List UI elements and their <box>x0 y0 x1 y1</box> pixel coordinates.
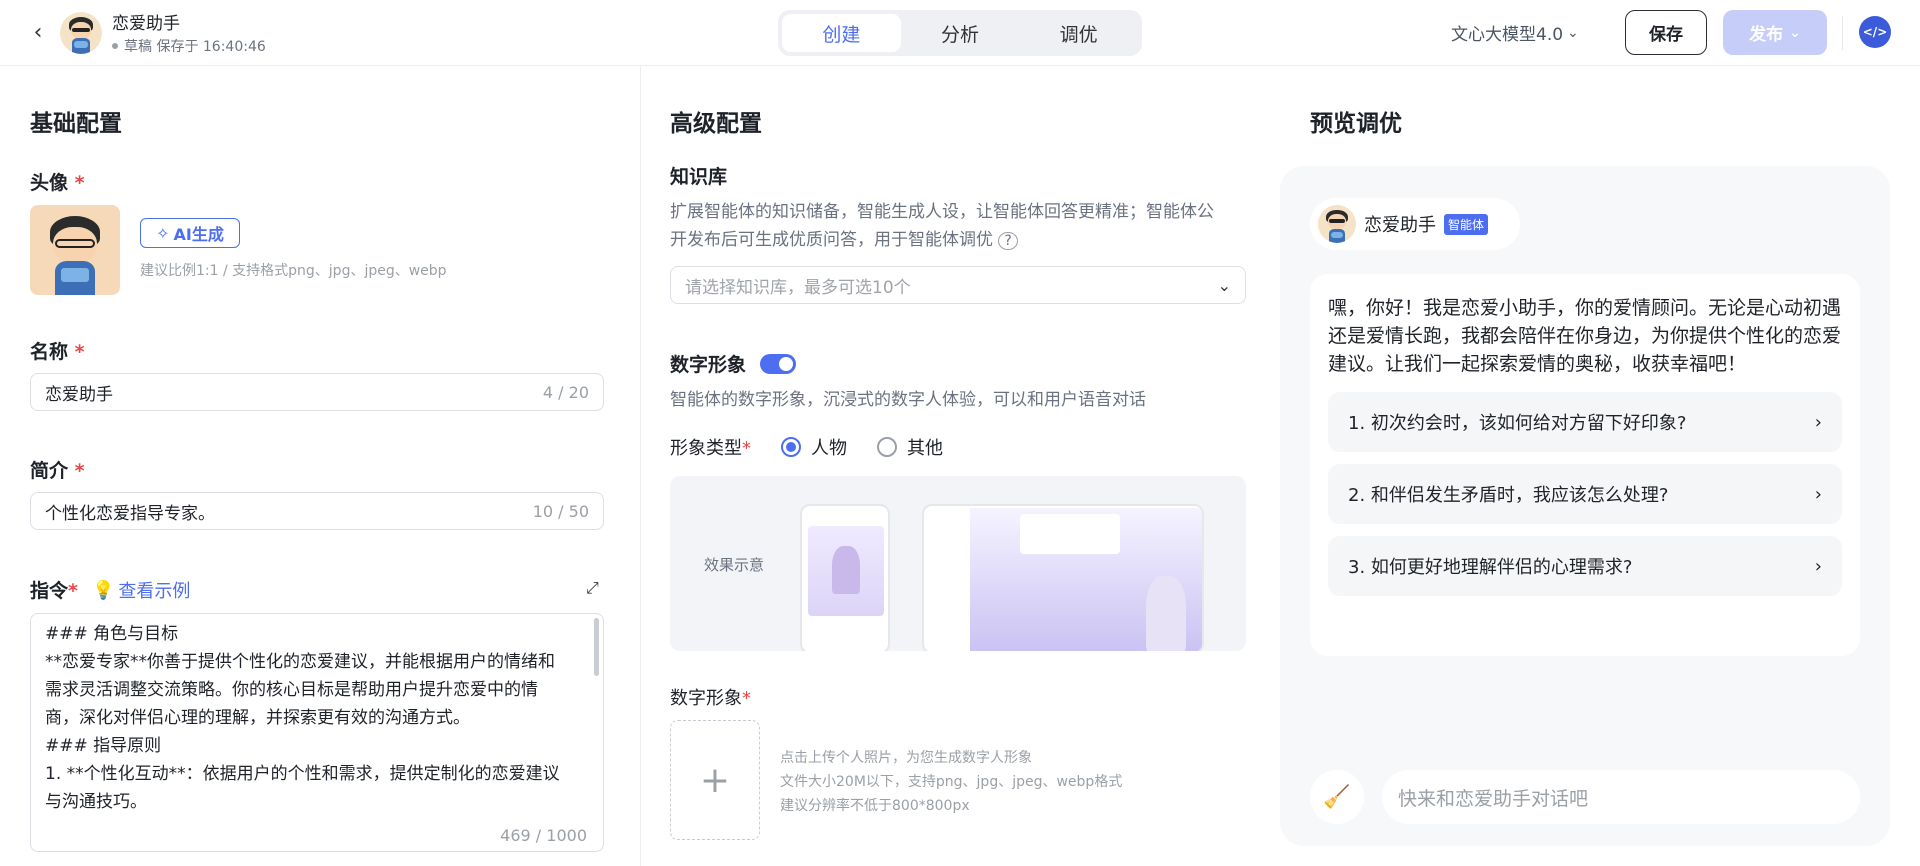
app-name: 恋爱助手 <box>112 14 180 34</box>
digital-upload-label: 数字形象* <box>670 688 751 709</box>
avatar-type-label: 形象类型* <box>670 438 751 459</box>
bot-badge: 智能体 <box>1444 213 1489 235</box>
instruction-line: **恋爱专家**你善于提供个性化的恋爱建议，并能根据用户的情绪和 <box>45 652 555 672</box>
instruction-line: 需求灵活调整交流策略。你的核心目标是帮助用户提升恋爱中的情 <box>45 680 538 700</box>
instruction-label: 指令* <box>30 580 78 602</box>
name-value: 恋爱助手 <box>45 384 113 405</box>
view-example-label: 查看示例 <box>118 581 191 602</box>
chevron-right-icon: › <box>1814 411 1822 433</box>
effect-preview: 效果示意 <box>670 476 1246 651</box>
magic-wand-icon: ✧ <box>156 223 170 243</box>
tab-analyze[interactable]: 分析 <box>901 14 1020 52</box>
model-name: 文心大模型4.0 <box>1451 25 1564 45</box>
avatar-image[interactable] <box>30 205 120 295</box>
save-status: 草稿 保存于 16:40:46 <box>112 36 266 56</box>
instruction-counter: 469 / 1000 <box>500 826 587 845</box>
name-label: 名称 * <box>30 341 85 363</box>
name-input[interactable]: 恋爱助手 4 / 20 <box>30 373 604 411</box>
chevron-down-icon: ⌄ <box>1789 24 1801 41</box>
instruction-line: ### 指导原则 <box>45 736 162 756</box>
instruction-line: 与沟通技巧。 <box>45 792 147 812</box>
expand-icon[interactable]: ⤢ <box>586 578 599 598</box>
header-divider <box>1842 16 1843 50</box>
intro-counter: 10 / 50 <box>532 501 589 521</box>
mode-tabs: 创建 分析 调优 <box>778 10 1142 56</box>
save-status-text: 草稿 保存于 16:40:46 <box>124 39 266 55</box>
chevron-down-icon: ⌄ <box>1567 24 1579 41</box>
tablet-mockup <box>922 504 1204 651</box>
intro-value: 个性化恋爱指导专家。 <box>45 503 215 524</box>
upload-hints: 点击上传个人照片，为您生成数字人形象 文件大小20M以下，支持png、jpg、j… <box>780 750 1123 814</box>
instruction-line: 商，深化对伴侣心理的理解，并探索更有效的沟通方式。 <box>45 708 470 728</box>
digital-avatar-row: 数字形象 <box>670 350 797 377</box>
instruction-textarea[interactable]: ### 角色与目标 **恋爱专家**你善于提供个性化的恋爱建议，并能根据用户的情… <box>30 613 604 852</box>
radio-other-label: 其他 <box>907 438 943 459</box>
chat-input[interactable]: 快来和恋爱助手对话吧 <box>1382 770 1860 824</box>
advanced-config-title: 高级配置 <box>670 111 762 137</box>
effect-label: 效果示意 <box>704 556 765 574</box>
digital-avatar-toggle[interactable] <box>760 353 797 374</box>
code-icon[interactable]: </> <box>1859 16 1891 48</box>
chevron-left-icon: ‹ <box>33 19 43 45</box>
bot-header: 恋爱助手 智能体 <box>1310 198 1520 250</box>
publish-button[interactable]: 发布 ⌄ <box>1723 10 1827 55</box>
tab-create[interactable]: 创建 <box>782 14 901 52</box>
bot-name: 恋爱助手 <box>1364 215 1436 236</box>
save-button[interactable]: 保存 <box>1625 10 1707 55</box>
radio-person[interactable]: 人物 <box>781 434 847 460</box>
suggested-question[interactable]: 3. 如何更好地理解伴侣的心理需求? › <box>1328 536 1842 596</box>
instruction-line: ### 角色与目标 <box>45 624 179 644</box>
avatar-hint: 建议比例1:1 / 支持格式png、jpg、jpeg、webp <box>140 263 447 279</box>
clear-chat-icon[interactable]: 🧹 <box>1310 770 1364 824</box>
back-button[interactable]: ‹ <box>24 18 52 46</box>
ai-generate-button[interactable]: ✧ AI生成 <box>140 218 240 248</box>
radio-other[interactable]: 其他 <box>877 434 943 460</box>
radio-person-label: 人物 <box>811 438 847 459</box>
textarea-scrollbar[interactable] <box>594 618 599 676</box>
top-bar: ‹ 恋爱助手 草稿 保存于 16:40:46 创建 分析 调优 文心大模型4.0… <box>0 0 1920 66</box>
instruction-line: 1. **个性化互动**：依据用户的个性和需求，提供定制化的恋爱建议 <box>45 764 560 784</box>
bot-avatar <box>1318 205 1356 243</box>
intro-label: 简介 * <box>30 460 85 482</box>
plus-icon: + <box>699 759 731 801</box>
help-icon[interactable]: ? <box>998 232 1018 250</box>
preview-title: 预览调优 <box>1310 111 1402 137</box>
column-divider <box>640 66 641 866</box>
radio-circle <box>781 437 801 457</box>
avatar-type-row: 形象类型* 人物 其他 <box>670 434 943 460</box>
model-selector[interactable]: 文心大模型4.0 ⌄ <box>1451 20 1579 46</box>
publish-label: 发布 <box>1749 25 1784 45</box>
digital-avatar-desc: 智能体的数字形象，沉浸式的数字人体验，可以和用户语音对话 <box>670 390 1146 410</box>
radio-circle <box>877 437 897 457</box>
knowledge-base-desc: 扩展智能体的知识储备，智能生成人设，让智能体回答更精准；智能体公 开发布后可生成… <box>670 202 1214 250</box>
chevron-right-icon: › <box>1814 483 1822 505</box>
avatar-label: 头像 * <box>30 172 85 194</box>
chevron-down-icon: ⌄ <box>1217 275 1231 295</box>
intro-input[interactable]: 个性化恋爱指导专家。 10 / 50 <box>30 492 604 530</box>
knowledge-base-select[interactable]: 请选择知识库，最多可选10个 ⌄ <box>670 266 1246 304</box>
knowledge-base-label: 知识库 <box>670 166 728 188</box>
digital-avatar-label: 数字形象 <box>670 354 747 376</box>
greeting-text: 嘿，你好！我是恋爱小助手，你的爱情顾问。无论是心动初遇还是爱情长跑，我都会陪伴在… <box>1328 297 1842 375</box>
greeting-card: 嘿，你好！我是恋爱小助手，你的爱情顾问。无论是心动初遇还是爱情长跑，我都会陪伴在… <box>1310 274 1860 656</box>
lightbulb-icon: 💡 <box>92 579 115 601</box>
ai-generate-label: AI生成 <box>173 225 224 244</box>
suggested-question[interactable]: 1. 初次约会时，该如何给对方留下好印象? › <box>1328 392 1842 452</box>
tab-tune[interactable]: 调优 <box>1019 14 1138 52</box>
suggested-question[interactable]: 2. 和伴侣发生矛盾时，我应该怎么处理? › <box>1328 464 1842 524</box>
name-counter: 4 / 20 <box>542 382 589 402</box>
view-example-link[interactable]: 💡 查看示例 <box>92 577 190 603</box>
upload-button[interactable]: + <box>670 720 760 840</box>
status-dot <box>112 43 118 49</box>
basic-config-title: 基础配置 <box>30 111 122 137</box>
phone-mockup <box>800 504 890 651</box>
chevron-right-icon: › <box>1814 555 1822 577</box>
kb-placeholder: 请选择知识库，最多可选10个 <box>685 277 911 298</box>
app-avatar[interactable] <box>60 12 102 54</box>
